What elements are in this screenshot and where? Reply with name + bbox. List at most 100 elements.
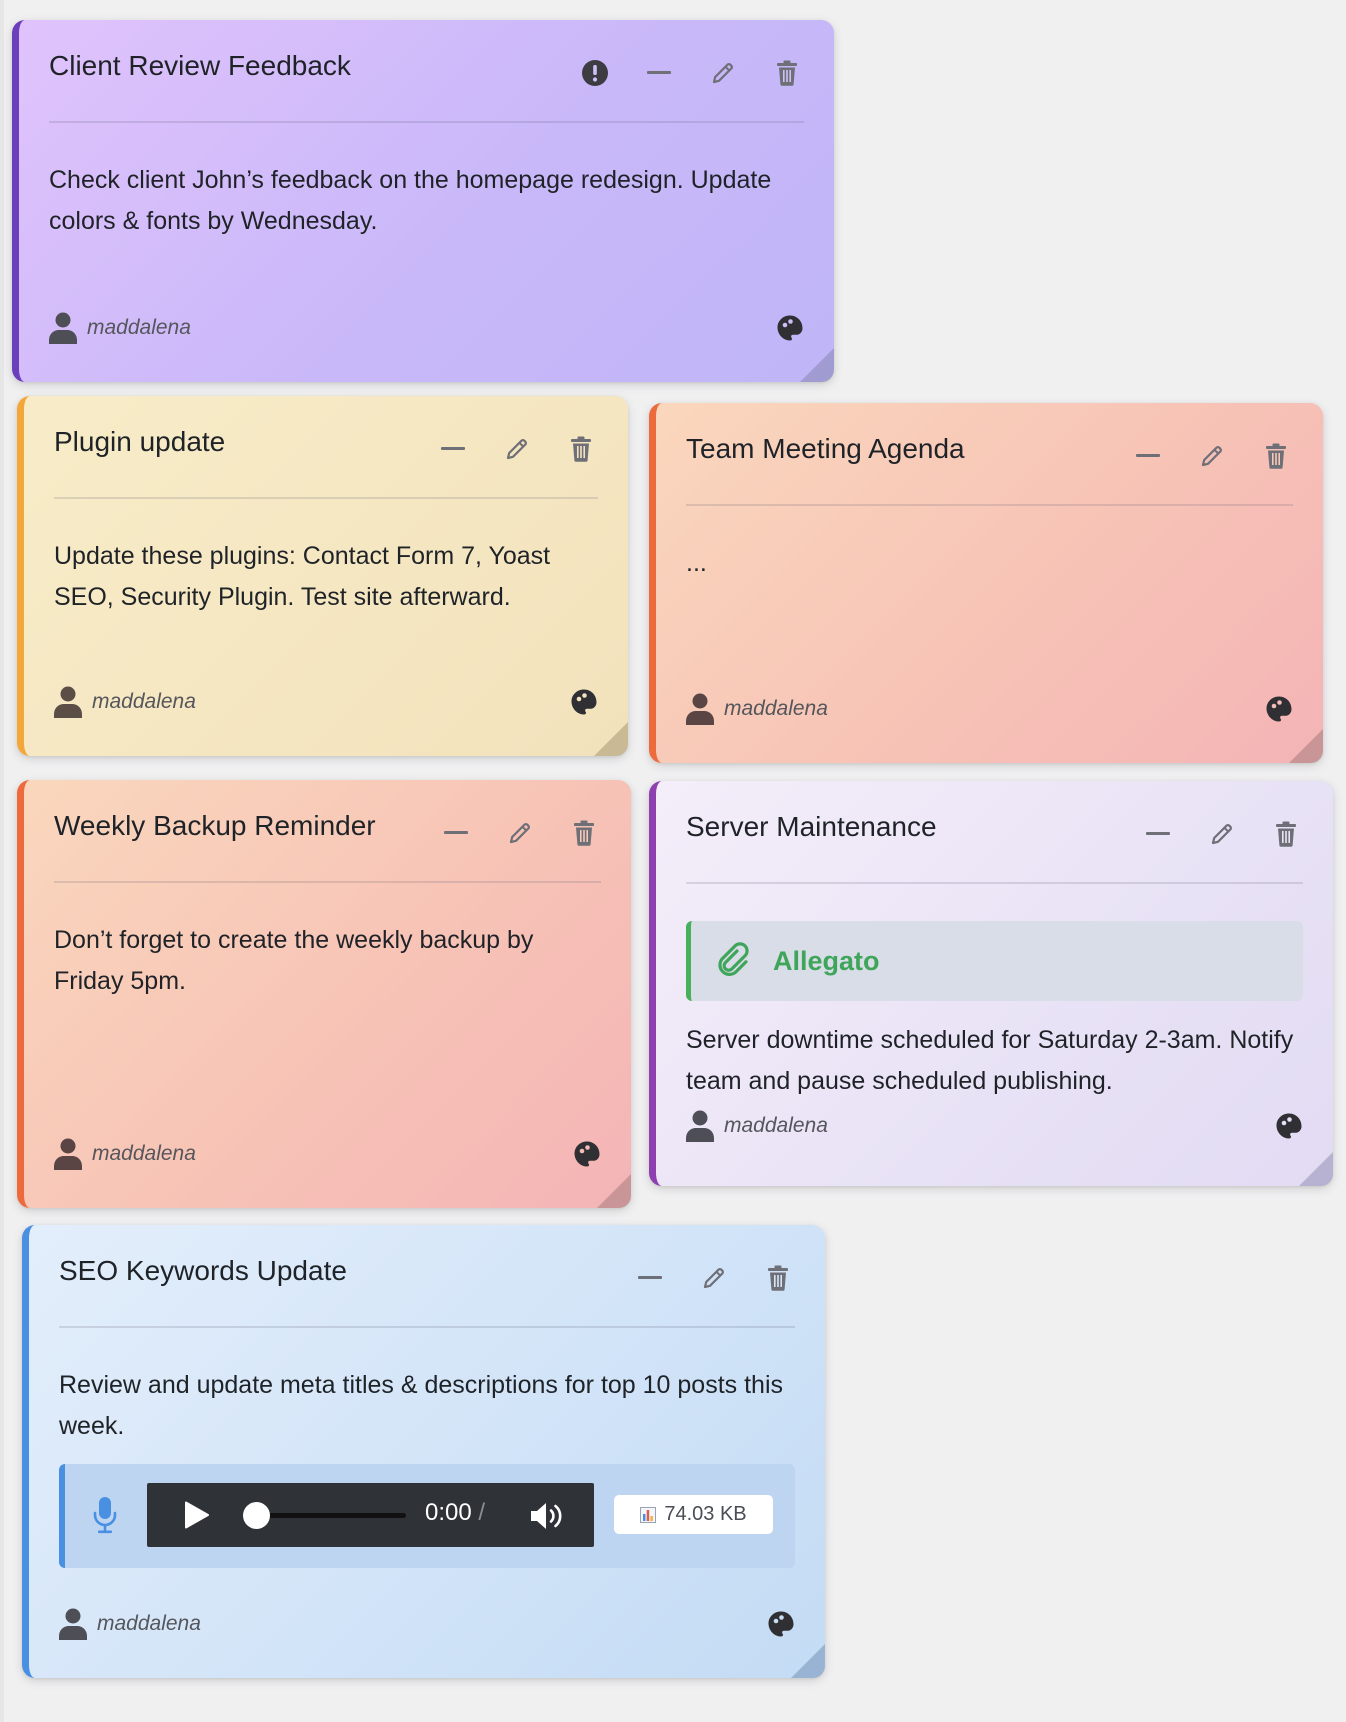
delete-icon[interactable]	[567, 816, 601, 850]
note-card[interactable]: SEO Keywords Update Review and update me…	[22, 1225, 825, 1678]
note-title: Plugin update	[54, 426, 226, 457]
minimize-icon[interactable]	[436, 432, 470, 466]
note-footer: maddalena	[686, 1110, 1303, 1144]
time-separator: /	[478, 1499, 486, 1526]
note-footer: maddalena	[54, 686, 598, 720]
volume-icon[interactable]	[529, 1501, 565, 1531]
note-actions	[1141, 817, 1303, 851]
edit-icon[interactable]	[500, 432, 534, 466]
current-time: 0:00	[425, 1499, 472, 1526]
note-footer: maddalena	[686, 693, 1293, 727]
color-palette-icon[interactable]	[1275, 1112, 1303, 1145]
note-title: Team Meeting Agenda	[686, 433, 965, 464]
file-size-badge: 74.03 KB	[614, 1495, 773, 1534]
note-card[interactable]: Weekly Backup Reminder Don’t forget to c…	[17, 780, 631, 1208]
note-actions	[439, 816, 601, 850]
color-palette-icon[interactable]	[570, 688, 598, 721]
attachment-label: Allegato	[773, 945, 880, 976]
title-divider	[686, 882, 1303, 884]
edit-icon[interactable]	[1195, 439, 1229, 473]
title-divider	[49, 121, 804, 123]
author-info: maddalena	[59, 1608, 201, 1640]
note-card[interactable]: Server Maintenance Allegato Server downt…	[649, 781, 1333, 1186]
note-footer: maddalena	[54, 1138, 601, 1172]
delete-icon[interactable]	[1259, 439, 1293, 473]
file-size: 74.03 KB	[664, 1503, 747, 1525]
title-divider	[686, 504, 1293, 506]
user-icon	[686, 693, 714, 725]
user-icon	[686, 1110, 714, 1142]
note-content: Review and update meta titles & descript…	[59, 1371, 783, 1440]
author-name: maddalena	[724, 697, 828, 720]
author-name: maddalena	[97, 1612, 201, 1635]
resize-handle[interactable]	[594, 722, 628, 756]
resize-handle[interactable]	[800, 348, 834, 382]
author-info: maddalena	[54, 686, 196, 718]
audio-seek-track[interactable]	[246, 1513, 406, 1518]
paperclip-icon	[718, 942, 749, 977]
note-content: Don’t forget to create the weekly backup…	[54, 926, 534, 995]
note-content: Check client John’s feedback on the home…	[49, 166, 772, 235]
user-icon	[54, 1138, 82, 1170]
note-title: SEO Keywords Update	[59, 1255, 347, 1286]
audio-seek-knob[interactable]	[243, 1502, 270, 1529]
minimize-icon[interactable]	[439, 816, 473, 850]
audio-player: 0:00 /	[147, 1483, 594, 1547]
delete-icon[interactable]	[1269, 817, 1303, 851]
note-footer: maddalena	[49, 312, 804, 346]
minimize-icon[interactable]	[1131, 439, 1165, 473]
author-info: maddalena	[49, 312, 191, 344]
minimize-icon[interactable]	[633, 1261, 667, 1295]
priority-icon[interactable]	[578, 56, 612, 90]
edit-icon[interactable]	[706, 56, 740, 90]
note-card[interactable]: Team Meeting Agenda ... maddalena	[649, 403, 1323, 763]
delete-icon[interactable]	[761, 1261, 795, 1295]
user-icon	[59, 1608, 87, 1640]
author-info: maddalena	[686, 693, 828, 725]
voice-note: 0:00 / 74.03 KB	[59, 1464, 795, 1568]
resize-handle[interactable]	[1289, 729, 1323, 763]
user-icon	[54, 686, 82, 718]
color-palette-icon[interactable]	[573, 1140, 601, 1173]
edit-icon[interactable]	[503, 816, 537, 850]
author-name: maddalena	[92, 1142, 196, 1165]
title-divider	[54, 881, 601, 883]
note-actions	[1131, 439, 1293, 473]
author-name: maddalena	[724, 1114, 828, 1137]
note-card[interactable]: Client Review Feedback Check client John…	[12, 20, 834, 382]
audio-time: 0:00 /	[425, 1499, 485, 1527]
note-footer: maddalena	[59, 1608, 795, 1642]
color-palette-icon[interactable]	[1265, 695, 1293, 728]
delete-icon[interactable]	[564, 432, 598, 466]
note-actions	[578, 56, 804, 90]
note-actions	[633, 1261, 795, 1295]
edit-icon[interactable]	[1205, 817, 1239, 851]
page-left-edge	[0, 0, 4, 1722]
resize-handle[interactable]	[791, 1644, 825, 1678]
microphone-icon	[93, 1497, 117, 1534]
edit-icon[interactable]	[697, 1261, 731, 1295]
note-actions	[436, 432, 598, 466]
color-palette-icon[interactable]	[776, 314, 804, 347]
play-icon[interactable]	[183, 1500, 211, 1530]
resize-handle[interactable]	[1299, 1152, 1333, 1186]
author-info: maddalena	[686, 1110, 828, 1142]
author-name: maddalena	[87, 316, 191, 339]
title-divider	[54, 497, 598, 499]
note-title: Server Maintenance	[686, 811, 937, 842]
author-info: maddalena	[54, 1138, 196, 1170]
note-content: ...	[686, 549, 707, 577]
minimize-icon[interactable]	[1141, 817, 1175, 851]
color-palette-icon[interactable]	[767, 1610, 795, 1643]
title-divider	[59, 1326, 795, 1328]
bar-chart-icon	[640, 1506, 657, 1523]
author-name: maddalena	[92, 690, 196, 713]
minimize-icon[interactable]	[642, 56, 676, 90]
note-content: Server downtime scheduled for Saturday 2…	[686, 1026, 1294, 1095]
note-content: Update these plugins: Contact Form 7, Yo…	[54, 542, 551, 611]
delete-icon[interactable]	[770, 56, 804, 90]
resize-handle[interactable]	[597, 1174, 631, 1208]
user-icon	[49, 312, 77, 344]
attachment-link[interactable]: Allegato	[686, 921, 1303, 1001]
note-card[interactable]: Plugin update Update these plugins: Cont…	[17, 396, 628, 756]
